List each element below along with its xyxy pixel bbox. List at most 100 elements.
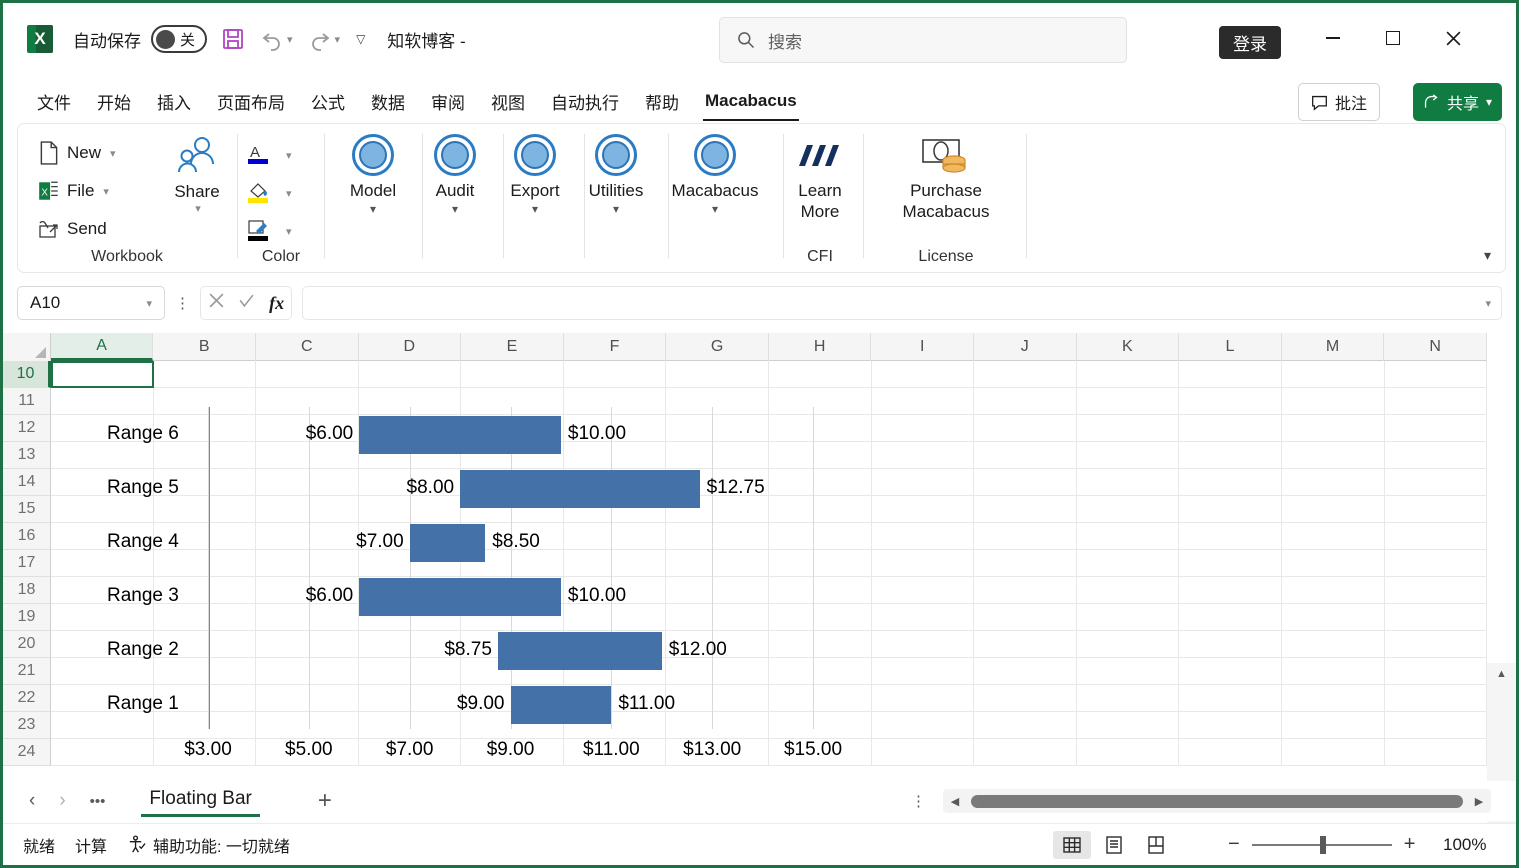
- cell-area[interactable]: Range 6 Range 5 Range 4 Range 3 Range 2 Range…: [51, 361, 1487, 785]
- row-header-20[interactable]: 20: [3, 631, 51, 658]
- column-header-l[interactable]: L: [1179, 333, 1282, 361]
- share-button[interactable]: 共享 ▾: [1412, 83, 1502, 121]
- name-box[interactable]: A10 ▾: [17, 286, 165, 320]
- page-layout-view-button[interactable]: [1095, 831, 1133, 859]
- row-header-17[interactable]: 17: [3, 550, 51, 577]
- normal-view-button[interactable]: [1053, 830, 1091, 859]
- column-header-c[interactable]: C: [256, 333, 359, 361]
- column-header-i[interactable]: I: [871, 333, 975, 361]
- undo-dropdown-caret-icon[interactable]: ▾: [287, 33, 293, 46]
- row-header-10[interactable]: 10: [3, 361, 51, 388]
- sheet-prev-chevron-left-icon[interactable]: ‹: [29, 790, 35, 812]
- column-header-k[interactable]: K: [1077, 333, 1180, 361]
- tab-data[interactable]: 数据: [361, 85, 415, 118]
- autosave-toggle[interactable]: 关: [151, 25, 207, 53]
- workbook-group: Workbook: [18, 124, 236, 272]
- formula-more-options-icon[interactable]: ⋮: [175, 294, 190, 312]
- row-header-21[interactable]: 21: [3, 658, 51, 685]
- name-box-chevron-down-icon[interactable]: ▾: [146, 297, 152, 310]
- row-header-15[interactable]: 15: [3, 496, 51, 523]
- maximize-icon: [1386, 31, 1400, 45]
- sign-in-button[interactable]: 登录: [1219, 26, 1281, 59]
- model-dropdown-caret-icon[interactable]: ▾: [370, 202, 376, 216]
- zoom-in-plus-icon[interactable]: +: [1404, 833, 1416, 856]
- cell-a10[interactable]: [51, 361, 154, 388]
- sheet-nav: ‹ › •••: [29, 790, 105, 812]
- share-dropdown-caret-icon[interactable]: ▾: [1486, 95, 1492, 109]
- column-header-b[interactable]: B: [153, 333, 256, 361]
- column-header-m[interactable]: M: [1282, 333, 1385, 361]
- zoom-slider-thumb[interactable]: [1319, 835, 1326, 854]
- redo-button[interactable]: ▾: [307, 27, 341, 51]
- horizontal-scroll-thumb[interactable]: [971, 794, 1463, 808]
- row-header-24[interactable]: 24: [3, 739, 51, 766]
- audit-dropdown-caret-icon[interactable]: ▾: [452, 202, 458, 216]
- sheet-next-chevron-right-icon[interactable]: ›: [59, 790, 65, 812]
- fx-icon[interactable]: fx: [269, 293, 284, 314]
- accessibility-status[interactable]: 辅助功能: 一切就绪: [127, 833, 290, 857]
- hscroll-right-icon[interactable]: ▶: [1467, 795, 1491, 808]
- minimize-button[interactable]: [1303, 13, 1363, 63]
- add-sheet-plus-icon[interactable]: +: [318, 787, 332, 815]
- macabacus-circle-icon: [694, 134, 736, 176]
- tab-home[interactable]: 开始: [87, 85, 141, 118]
- row-header-13[interactable]: 13: [3, 442, 51, 469]
- share-icon: [1424, 93, 1438, 108]
- ribbon-collapse-button[interactable]: ▾: [1484, 247, 1491, 264]
- column-header-a[interactable]: A: [50, 333, 154, 361]
- tab-review[interactable]: 审阅: [421, 85, 475, 118]
- model-button[interactable]: Model ▾: [326, 134, 420, 216]
- export-dropdown-caret-icon[interactable]: ▾: [532, 202, 538, 216]
- column-header-e[interactable]: E: [461, 333, 564, 361]
- utilities-dropdown-caret-icon[interactable]: ▾: [613, 202, 619, 216]
- column-header-g[interactable]: G: [666, 333, 769, 361]
- tab-help[interactable]: 帮助: [635, 85, 689, 118]
- sheet-tab-floating-bar[interactable]: Floating Bar: [135, 783, 265, 819]
- macabacus-dropdown-caret-icon[interactable]: ▾: [712, 202, 718, 216]
- select-all-button[interactable]: [3, 333, 51, 361]
- zoom-slider[interactable]: [1251, 835, 1392, 854]
- horizontal-scrollbar[interactable]: ◀ ▶: [943, 789, 1491, 813]
- comments-button[interactable]: 批注: [1297, 83, 1380, 121]
- row-header-16[interactable]: 16: [3, 523, 51, 550]
- cancel-icon[interactable]: [208, 292, 225, 314]
- document-title: 知软博客 -: [387, 31, 466, 51]
- zoom-out-minus-icon[interactable]: −: [1228, 833, 1240, 856]
- sheet-list-ellipsis-icon[interactable]: •••: [90, 793, 106, 810]
- row-header-19[interactable]: 19: [3, 604, 51, 631]
- row-header-12[interactable]: 12: [3, 415, 51, 442]
- comment-icon: [1312, 95, 1327, 111]
- column-header-h[interactable]: H: [769, 333, 872, 361]
- tab-view[interactable]: 视图: [481, 85, 535, 118]
- row-header-11[interactable]: 11: [3, 388, 51, 415]
- column-header-j[interactable]: J: [974, 333, 1077, 361]
- page-break-view-button[interactable]: [1137, 831, 1175, 859]
- maximize-button[interactable]: [1363, 13, 1423, 63]
- row-header-22[interactable]: 22: [3, 685, 51, 712]
- row-header-23[interactable]: 23: [3, 712, 51, 739]
- hscroll-left-icon[interactable]: ◀: [943, 795, 967, 808]
- column-header-n[interactable]: N: [1384, 333, 1487, 361]
- row-header-18[interactable]: 18: [3, 577, 51, 604]
- search-input[interactable]: 搜索: [719, 17, 1127, 63]
- qat-customize-icon[interactable]: ▽: [356, 32, 365, 46]
- tab-file[interactable]: 文件: [27, 85, 81, 118]
- save-button[interactable]: [221, 27, 245, 51]
- tab-macabacus[interactable]: Macabacus: [695, 87, 807, 121]
- confirm-icon[interactable]: [238, 292, 255, 314]
- column-header-d[interactable]: D: [359, 333, 462, 361]
- tab-insert[interactable]: 插入: [147, 85, 201, 118]
- scroll-up-triangle-up-icon[interactable]: ▲: [1487, 663, 1516, 685]
- tab-automate[interactable]: 自动执行: [541, 85, 629, 118]
- formula-expand-chevron-down-icon[interactable]: ▾: [1485, 297, 1491, 310]
- hscroll-more-options-icon[interactable]: ⋮: [911, 792, 926, 810]
- zoom-level[interactable]: 100%: [1443, 835, 1486, 855]
- column-header-f[interactable]: F: [564, 333, 667, 361]
- redo-dropdown-caret-icon[interactable]: ▾: [335, 33, 341, 46]
- formula-input[interactable]: ▾: [302, 286, 1502, 320]
- row-header-14[interactable]: 14: [3, 469, 51, 496]
- tab-page-layout[interactable]: 页面布局: [207, 85, 295, 118]
- undo-button[interactable]: ▾: [259, 27, 293, 51]
- close-button[interactable]: [1423, 13, 1483, 63]
- tab-formulas[interactable]: 公式: [301, 85, 355, 118]
